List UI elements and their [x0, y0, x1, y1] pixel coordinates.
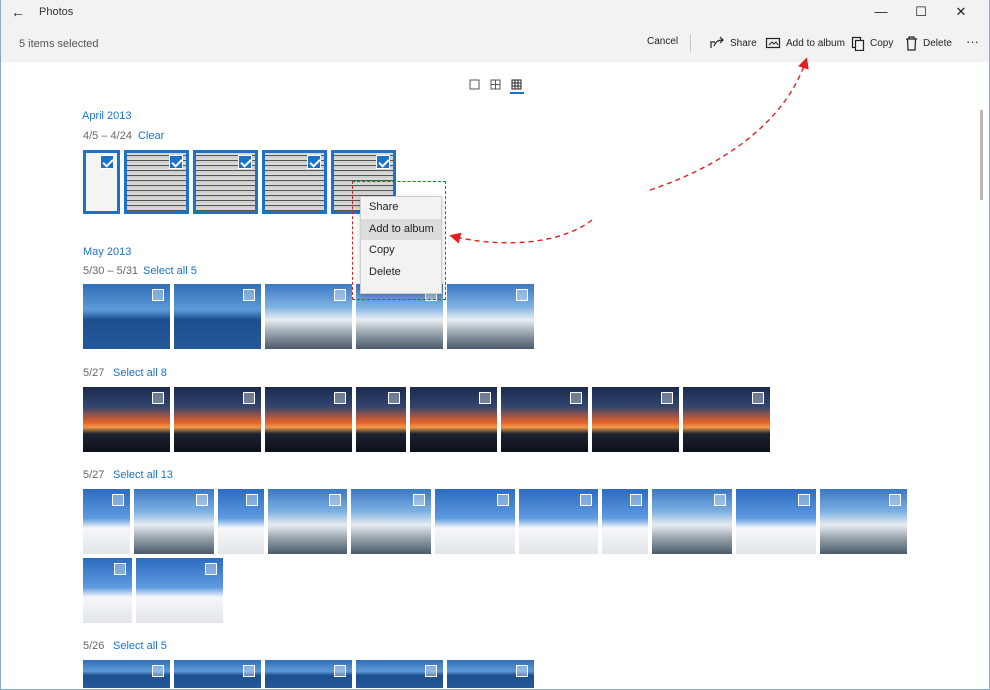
scrollbar-thumb[interactable] — [980, 110, 983, 200]
annotation-arrow-to-command — [649, 57, 809, 191]
annotation-arrows — [449, 57, 809, 244]
annotation-arrow-to-menu — [449, 219, 593, 244]
